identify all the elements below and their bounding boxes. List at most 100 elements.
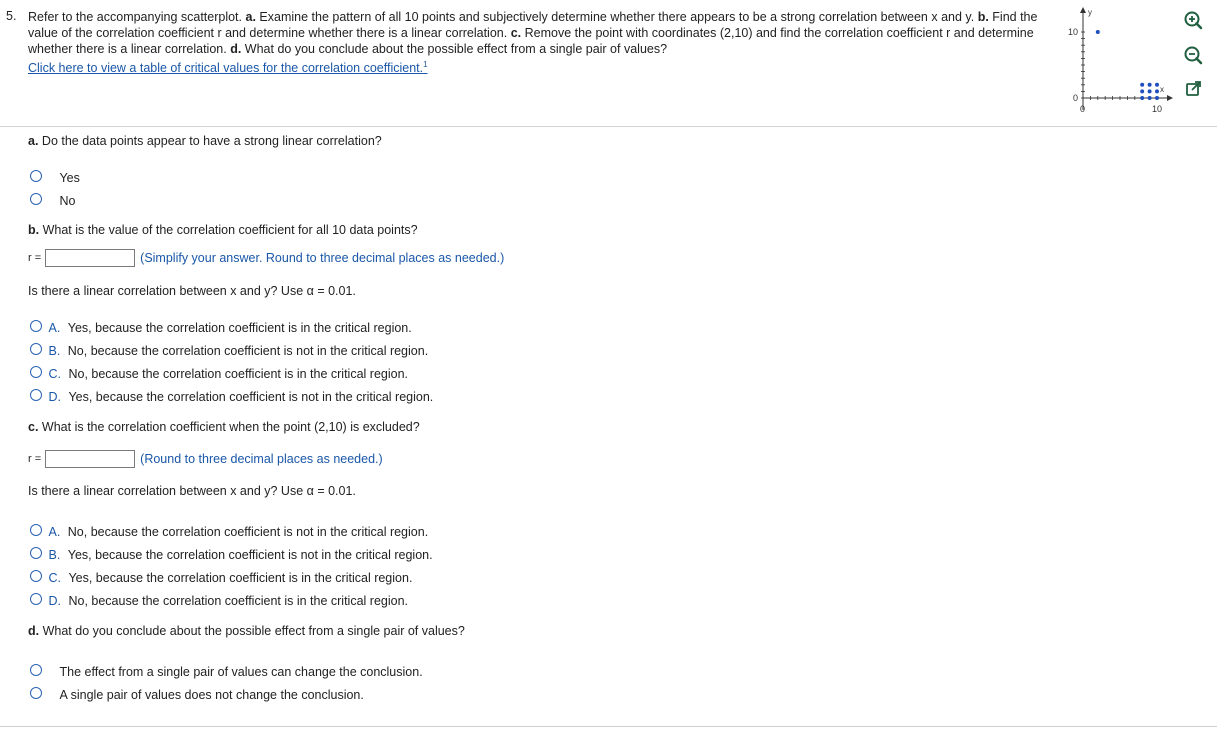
radio-button[interactable] xyxy=(30,389,42,401)
part-c-prompt-label: c. xyxy=(28,420,39,434)
part-c-marker: c. xyxy=(510,26,522,40)
part-c-r-input[interactable] xyxy=(45,450,136,468)
option-label: The effect from a single pair of values … xyxy=(59,665,423,679)
data-point xyxy=(1140,89,1145,94)
scatterplot-thumbnail[interactable]: y x 10 0 0 10 xyxy=(1062,6,1177,118)
question-number: 5. xyxy=(6,9,17,23)
option-letter: C. xyxy=(48,571,61,585)
header-divider xyxy=(0,126,1217,127)
option-text: Yes, because the correlation coefficient… xyxy=(67,321,412,335)
zoom-out-icon[interactable] xyxy=(1183,45,1203,65)
question-text: Refer to the accompanying scatterplot. a… xyxy=(28,9,1063,57)
popout-icon[interactable] xyxy=(1185,80,1203,98)
part-a-prompt-text: Do the data points appear to have a stro… xyxy=(41,134,382,148)
part-b-prompt-label: b. xyxy=(28,223,40,237)
part-a-prompt-label: a. xyxy=(28,134,39,148)
part-d-option-can-change[interactable]: The effect from a single pair of values … xyxy=(30,664,423,679)
option-letter: A. xyxy=(48,525,61,539)
part-d-option-does-not-change[interactable]: A single pair of values does not change … xyxy=(30,687,364,702)
part-d-prompt-label: d. xyxy=(28,624,40,638)
data-point xyxy=(1147,96,1152,100)
part-a-prompt: a. Do the data points appear to have a s… xyxy=(28,134,382,148)
y-axis-label: y xyxy=(1088,8,1092,17)
data-point xyxy=(1147,89,1152,94)
option-text: Yes, because the correlation coefficient… xyxy=(68,571,413,585)
radio-button[interactable] xyxy=(30,524,42,536)
part-c-answer-row: r = (Round to three decimal places as ne… xyxy=(28,450,383,468)
radio-button[interactable] xyxy=(30,664,42,676)
radio-button[interactable] xyxy=(30,170,42,182)
option-text: Yes, because the correlation coefficient… xyxy=(67,548,433,562)
part-b-linear-question: Is there a linear correlation between x … xyxy=(28,284,356,298)
option-label: Yes xyxy=(59,171,80,185)
data-point xyxy=(1095,30,1100,34)
part-a-marker: a. xyxy=(245,10,256,24)
link-footnote: 1 xyxy=(423,60,428,69)
part-b-option-d[interactable]: D. Yes, because the correlation coeffici… xyxy=(30,389,433,404)
option-text: Yes, because the correlation coefficient… xyxy=(68,390,434,404)
option-letter: A. xyxy=(48,321,61,335)
option-letter: C. xyxy=(48,367,61,381)
part-a-instruction: Examine the pattern of all 10 points and… xyxy=(259,10,975,24)
radio-button[interactable] xyxy=(30,320,42,332)
part-c-option-a[interactable]: A. No, because the correlation coefficie… xyxy=(30,524,428,539)
question-intro: Refer to the accompanying scatterplot. xyxy=(28,10,243,24)
option-letter: B. xyxy=(48,344,61,358)
part-b-option-a[interactable]: A. Yes, because the correlation coeffici… xyxy=(30,320,412,335)
part-b-answer-row: r = (Simplify your answer. Round to thre… xyxy=(28,249,504,267)
option-letter: D. xyxy=(48,390,61,404)
part-b-hint: (Simplify your answer. Round to three de… xyxy=(140,251,505,265)
radio-button[interactable] xyxy=(30,193,42,205)
part-b-marker: b. xyxy=(977,10,989,24)
option-label: A single pair of values does not change … xyxy=(59,688,364,702)
radio-button[interactable] xyxy=(30,366,42,378)
radio-button[interactable] xyxy=(30,547,42,559)
part-d-prompt-text: What do you conclude about the possible … xyxy=(42,624,465,638)
option-text: No, because the correlation coefficient … xyxy=(67,525,429,539)
part-d-instruction: What do you conclude about the possible … xyxy=(244,42,668,56)
y-axis-arrow xyxy=(1080,7,1086,13)
part-b-prompt: b. What is the value of the correlation … xyxy=(28,223,418,237)
part-c-prompt: c. What is the correlation coefficient w… xyxy=(28,420,420,434)
critical-values-link-text: Click here to view a table of critical v… xyxy=(28,61,424,76)
part-c-prompt-text: What is the correlation coefficient when… xyxy=(41,420,420,434)
option-label: No xyxy=(59,194,76,208)
radio-button[interactable] xyxy=(30,343,42,355)
option-text: No, because the correlation coefficient … xyxy=(68,594,409,608)
part-b-option-c[interactable]: C. No, because the correlation coefficie… xyxy=(30,366,408,381)
r-label: r = xyxy=(28,453,42,465)
part-c-option-d[interactable]: D. No, because the correlation coefficie… xyxy=(30,593,408,608)
r-label: r = xyxy=(28,252,42,264)
radio-button[interactable] xyxy=(30,687,42,699)
x-axis-label: x xyxy=(1160,85,1164,94)
option-letter: D. xyxy=(48,594,61,608)
y-tick-label-10: 10 xyxy=(1068,27,1078,37)
zoom-in-icon[interactable] xyxy=(1183,10,1203,30)
data-point xyxy=(1140,96,1145,100)
radio-button[interactable] xyxy=(30,570,42,582)
radio-button[interactable] xyxy=(30,593,42,605)
option-text: No, because the correlation coefficient … xyxy=(67,344,429,358)
part-b-prompt-text: What is the value of the correlation coe… xyxy=(42,223,418,237)
part-c-linear-question: Is there a linear correlation between x … xyxy=(28,484,356,498)
part-b-option-b[interactable]: B. No, because the correlation coefficie… xyxy=(30,343,428,358)
part-b-r-input[interactable] xyxy=(45,249,136,267)
data-point xyxy=(1140,82,1145,87)
data-point xyxy=(1155,89,1159,94)
data-point xyxy=(1155,96,1159,100)
data-point xyxy=(1147,82,1152,87)
option-text: No, because the correlation coefficient … xyxy=(68,367,409,381)
part-c-option-b[interactable]: B. Yes, because the correlation coeffici… xyxy=(30,547,433,562)
critical-values-link[interactable]: Click here to view a table of critical v… xyxy=(28,60,428,75)
scatter-points xyxy=(1095,30,1159,100)
x-axis-arrow xyxy=(1167,95,1173,101)
x-tick-label-10: 10 xyxy=(1152,104,1162,114)
part-d-marker: d. xyxy=(230,42,242,56)
part-a-option-no[interactable]: No xyxy=(30,193,75,208)
part-c-option-c[interactable]: C. Yes, because the correlation coeffici… xyxy=(30,570,412,585)
part-a-option-yes[interactable]: Yes xyxy=(30,170,80,185)
part-d-prompt: d. What do you conclude about the possib… xyxy=(28,624,465,638)
x-tick-label-0: 0 xyxy=(1080,104,1085,114)
data-point xyxy=(1155,82,1159,87)
bottom-divider xyxy=(0,726,1217,727)
